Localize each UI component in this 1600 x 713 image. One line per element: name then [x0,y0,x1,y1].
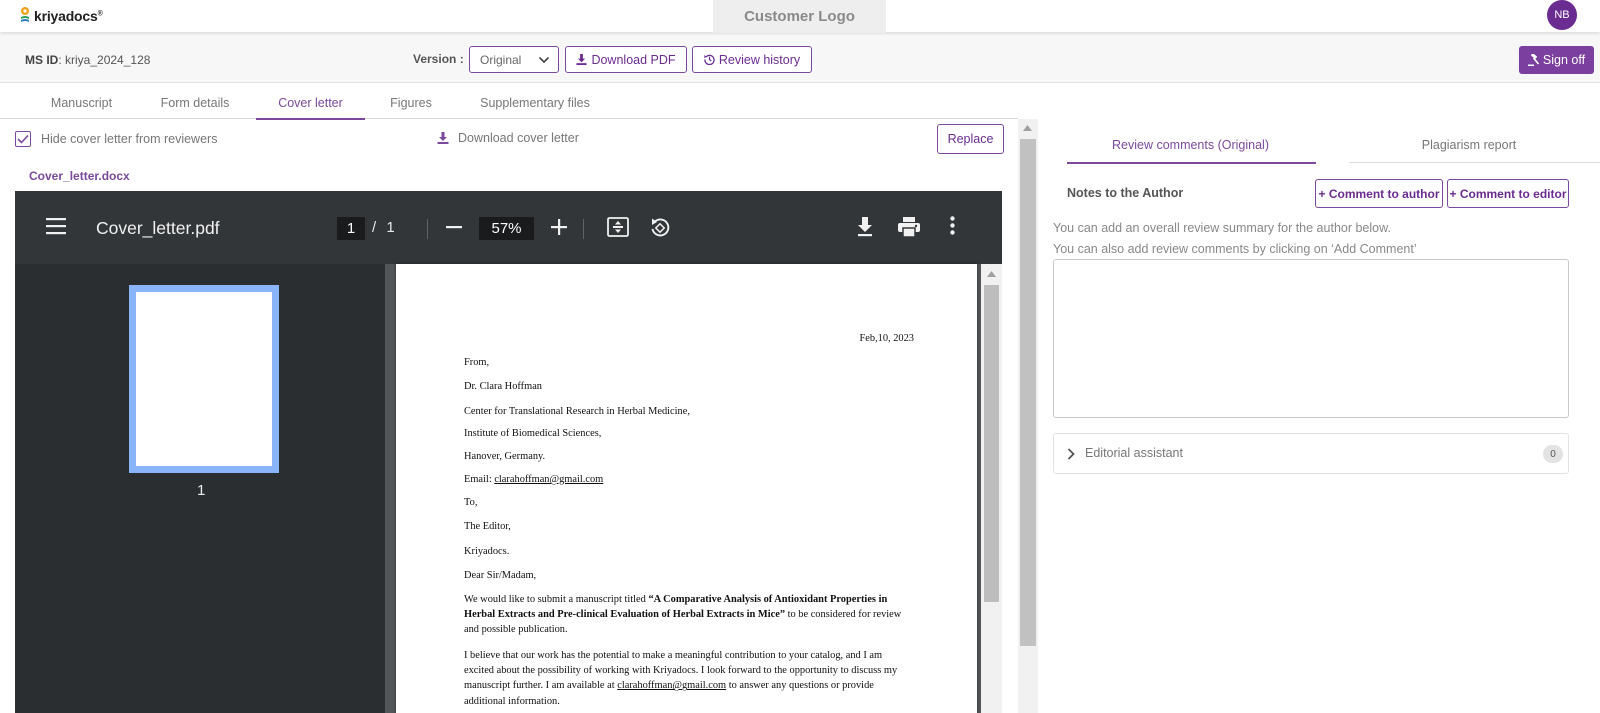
left-panel-scrollbar-thumb[interactable] [1020,139,1036,646]
pdf-scrollbar-thumb[interactable] [984,285,999,602]
checkbox-checked-icon[interactable] [15,131,31,147]
pdf-toolbar: Cover_letter.pdf 1 / 1 57% [15,191,1002,264]
kriyadocs-logo-icon [19,6,31,26]
editorial-assistant-count-badge: 0 [1543,445,1563,463]
sign-off-button[interactable]: Sign off [1519,46,1594,74]
toolbar-divider [583,219,584,239]
page-number-input[interactable]: 1 [337,217,365,240]
gavel-icon [1527,54,1540,66]
hamburger-menu-icon[interactable] [46,217,66,235]
tab-cover-letter[interactable]: Cover letter [256,96,365,120]
tab-manuscript[interactable]: Manuscript [40,96,123,118]
letter-sender-city: Hanover, Germany. [464,451,546,462]
scroll-up-arrow-icon[interactable] [987,271,996,277]
editorial-assistant-label: Editorial assistant [1085,446,1183,460]
zoom-level-input[interactable]: 57% [479,217,534,240]
letter-sender-institute: Institute of Biomedical Sciences, [464,428,602,439]
download-pdf-button[interactable]: Download PDF [565,46,687,73]
pdf-thumbnail-sidebar: 1 [15,264,385,713]
zoom-out-icon[interactable] [446,226,462,229]
brand-name: kriyadocs® [34,8,103,24]
scroll-up-arrow-icon[interactable] [1023,125,1032,131]
comment-to-editor-button[interactable]: + Comment to editor [1447,179,1569,208]
letter-sender-email: Email: clarahoffman@gmail.com [464,474,604,485]
tab-supplementary-files[interactable]: Supplementary files [469,96,601,118]
rotate-icon[interactable] [649,217,671,239]
letter-salutation: Dear Sir/Madam, [464,570,537,581]
letter-sender-name: Dr. Clara Hoffman [464,381,543,392]
notes-to-author-textarea[interactable] [1053,259,1569,418]
letter-recipient: The Editor, [464,521,511,532]
download-icon [576,54,587,65]
page-thumbnail[interactable] [129,285,279,473]
cover-letter-file-link[interactable]: Cover_letter.docx [29,169,130,183]
more-vert-icon[interactable] [950,216,955,235]
pdf-page-area: Feb,10, 2023 From, Dr. Clara Hoffman Cen… [385,264,1002,713]
review-history-button[interactable]: Review history [692,46,812,73]
tab-plagiarism-report[interactable]: Plagiarism report [1347,138,1591,152]
hide-cover-letter-toggle[interactable]: Hide cover letter from reviewers [15,131,217,147]
download-icon [437,132,449,144]
pdf-page: Feb,10, 2023 From, Dr. Clara Hoffman Cen… [396,264,977,713]
tab-figures[interactable]: Figures [380,96,442,118]
comment-to-author-button[interactable]: + Comment to author [1315,179,1443,208]
tab-review-comments[interactable]: Review comments (Original) [1067,138,1314,152]
print-icon[interactable] [898,217,920,237]
notes-hint-1: You can add an overall review summary fo… [1053,221,1391,235]
toolbar-divider [427,219,428,239]
brand-logo[interactable]: kriyadocs® [19,5,103,27]
chevron-right-icon [1067,448,1075,460]
hide-cover-letter-label: Hide cover letter from reviewers [41,132,218,146]
manuscript-toolbar: MS ID: kriya_2024_128 Version : Original… [0,33,1600,83]
document-tabs: Manuscript Form details Cover letter Fig… [0,83,1018,120]
letter-date: Feb,10, 2023 [859,333,914,344]
left-panel-scrollbar[interactable] [1018,119,1038,713]
tab-form-details[interactable]: Form details [149,96,241,118]
pdf-scrollbar[interactable] [981,264,1002,713]
replace-button[interactable]: Replace [937,124,1004,154]
review-tabs: Review comments (Original) Plagiarism re… [1067,132,1600,165]
zoom-in-icon[interactable] [551,219,567,235]
letter-paragraph-1: We would like to submit a manuscript tit… [464,594,902,636]
chevron-down-icon [538,55,550,65]
letter-from: From, [464,357,490,368]
letter-recipient-org: Kriyadocs. [464,546,510,557]
download-cover-letter-link[interactable]: Download cover letter [437,131,579,145]
top-bar: kriyadocs® Customer Logo NB [0,0,1600,33]
letter-paragraph-2: I believe that our work has the potentia… [464,650,898,707]
history-icon [704,54,715,65]
sender-email-link[interactable]: clarahoffman@gmail.com [494,474,603,485]
user-avatar[interactable]: NB [1547,0,1577,30]
editorial-assistant-panel[interactable]: Editorial assistant 0 [1053,433,1569,474]
notes-hint-2: You can also add review comments by clic… [1053,242,1417,256]
pdf-viewer: Cover_letter.pdf 1 / 1 57% 1 Feb,10, 202… [15,191,1002,713]
active-tab-indicator [1067,162,1316,164]
customer-logo: Customer Logo [713,0,886,33]
version-label: Version : [413,52,464,66]
letter-to: To, [464,497,478,508]
thumbnail-page-number: 1 [197,482,206,499]
tab-underline [1349,162,1600,163]
ms-id: MS ID: kriya_2024_128 [25,53,151,67]
download-icon[interactable] [857,217,873,237]
body-email-link[interactable]: clarahoffman@gmail.com [617,680,726,691]
letter-sender-center: Center for Translational Research in Her… [464,406,690,417]
page-total: / 1 [372,219,398,236]
notes-to-author-title: Notes to the Author [1067,186,1184,200]
fit-page-icon[interactable] [607,217,629,237]
pdf-title: Cover_letter.pdf [96,218,220,238]
version-select[interactable]: Original [469,46,559,73]
